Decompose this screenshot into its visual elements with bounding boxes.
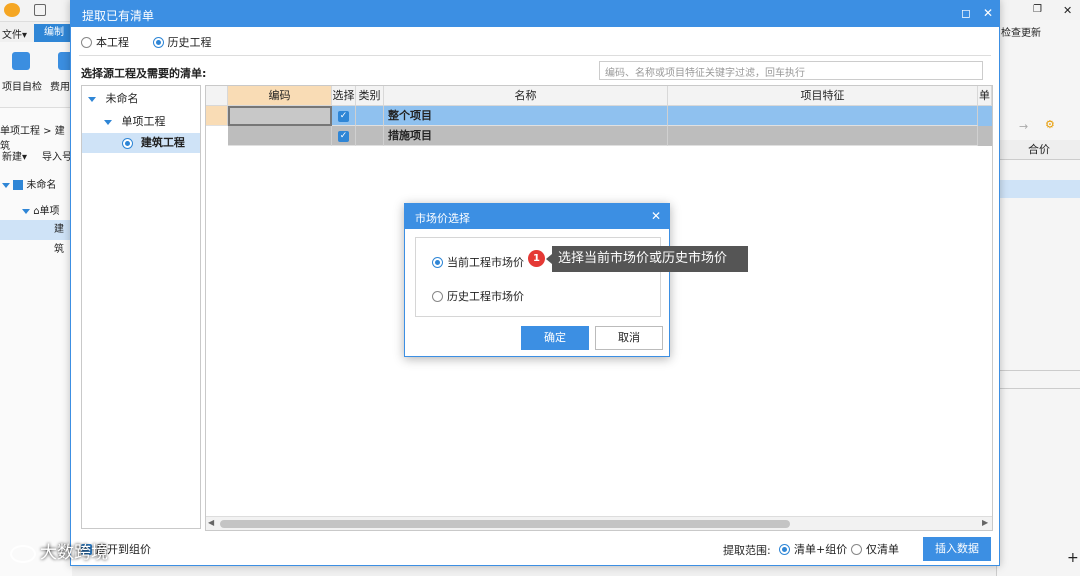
caret-down-icon[interactable]	[104, 119, 112, 125]
panel-divider	[997, 370, 1080, 371]
source-radio-group: 本工程 历史工程	[81, 34, 212, 50]
scrollbar-thumb[interactable]	[220, 520, 790, 528]
category-cell	[356, 126, 384, 146]
option-history-market-price[interactable]: 历史工程市场价	[432, 288, 524, 304]
market-price-modal: 市场价选择 ✕ 当前工程市场价 历史工程市场价 确定 取消	[404, 203, 670, 357]
radio-icon	[432, 290, 443, 302]
name-cell: 整个项目	[384, 106, 668, 126]
instruction-tooltip: 选择当前市场价或历史市场价	[546, 246, 748, 272]
restore-icon[interactable]: ❐	[1033, 4, 1042, 15]
check-update-link[interactable]: 检查更新	[1001, 24, 1041, 39]
radio-icon	[851, 543, 862, 555]
settings-icon[interactable]: ⚙	[1045, 118, 1055, 131]
building-icon	[13, 180, 24, 190]
save-icon[interactable]	[34, 4, 46, 16]
ribbon	[0, 42, 80, 108]
project-check-icon	[12, 52, 30, 70]
insert-data-button[interactable]: 插入数据	[923, 537, 991, 561]
row-marker	[206, 106, 228, 126]
panel-divider-2	[997, 388, 1080, 389]
col-header-category[interactable]: 类别	[356, 86, 384, 106]
watermark-logo-icon	[10, 544, 36, 563]
checkbox-checked-icon[interactable]: ✓	[338, 110, 349, 122]
modal-title: 市场价选择	[415, 212, 470, 225]
menu-edit[interactable]: 编制	[34, 24, 74, 42]
col-header-name[interactable]: 名称	[384, 86, 668, 106]
divider	[79, 55, 991, 56]
dialog-footer: ✓ 展开到组价 提取范围: 清单+组价 仅清单 插入数据	[71, 531, 999, 565]
select-cell[interactable]: ✓	[332, 126, 356, 146]
option-current-market-price[interactable]: 当前工程市场价	[432, 254, 524, 270]
search-input[interactable]: 编码、名称或项目特征关键字过滤，回车执行	[599, 61, 983, 80]
ribbon-project-check[interactable]: 项目自检	[2, 78, 42, 93]
tree-root-item[interactable]: 未命名	[2, 176, 56, 191]
select-cell[interactable]: ✓	[332, 106, 356, 126]
scroll-left-icon[interactable]: ◀	[208, 518, 214, 527]
total-header: 合价	[997, 140, 1080, 160]
radio-history-project[interactable]: 历史工程	[152, 35, 212, 49]
feature-cell	[668, 106, 978, 126]
menu-file[interactable]: 文件▾	[2, 26, 27, 41]
dialog-title: 提取已有清单	[82, 9, 155, 23]
col-header-blank	[206, 86, 228, 106]
tree-item-single[interactable]: 单项工程	[82, 112, 200, 132]
source-tree: 未命名 单项工程 建筑工程	[81, 85, 201, 529]
selected-row[interactable]	[997, 180, 1080, 198]
ribbon-fee[interactable]: 费用	[50, 78, 70, 93]
close-icon[interactable]: ✕	[981, 6, 995, 20]
close-app-icon[interactable]: ✕	[1063, 4, 1072, 17]
radio-checked-icon	[152, 36, 164, 48]
watermark: 大数跨境	[0, 538, 160, 570]
arrow-icon[interactable]: →	[1019, 120, 1028, 133]
range-option-list-and-price[interactable]: 清单+组价	[779, 541, 847, 557]
col-header-unit[interactable]: 单	[978, 86, 992, 106]
ok-button[interactable]: 确定	[521, 326, 589, 350]
code-cell[interactable]	[228, 106, 332, 126]
cancel-button[interactable]: 取消	[595, 326, 663, 350]
tree-build-item[interactable]: 建筑	[0, 220, 72, 255]
range-option-list-only[interactable]: 仅清单	[851, 541, 899, 557]
left-panel: 单项工程 > 建筑 新建▾ 导入号 未命名 ⌂单项 建筑	[0, 108, 72, 576]
horizontal-scrollbar[interactable]: ◀ ▶	[206, 516, 992, 530]
name-cell: 措施项目	[384, 126, 668, 146]
radio-checked-icon	[432, 256, 443, 268]
import-button[interactable]: 导入号	[42, 148, 72, 163]
tree-item-build[interactable]: 建筑工程	[82, 133, 200, 153]
checkbox-checked-icon[interactable]: ✓	[338, 130, 349, 142]
col-header-feature[interactable]: 项目特征	[668, 86, 978, 106]
code-cell[interactable]	[228, 126, 332, 146]
source-label: 选择源工程及需要的清单:	[81, 67, 207, 80]
app-logo-icon	[4, 3, 20, 17]
tree-item-root[interactable]: 未命名	[82, 89, 200, 109]
modal-titlebar: 市场价选择 ✕	[405, 204, 669, 229]
radio-checked-icon	[122, 137, 133, 149]
dialog-titlebar: 提取已有清单 ◻ ✕	[71, 1, 999, 27]
range-label: 提取范围:	[723, 544, 771, 557]
tree-single-item[interactable]: ⌂单项	[22, 202, 60, 217]
scroll-right-icon[interactable]: ▶	[982, 518, 988, 527]
new-button[interactable]: 新建▾	[2, 148, 27, 163]
col-header-select[interactable]: 选择	[332, 86, 356, 106]
right-panel: 检查更新 ❐ ✕ → ⚙ 合价 +	[996, 4, 1080, 576]
col-header-code[interactable]: 编码	[228, 86, 332, 106]
radio-checked-icon	[779, 543, 790, 555]
category-cell	[356, 106, 384, 126]
modal-close-icon[interactable]: ✕	[651, 209, 661, 223]
step-badge: 1	[528, 250, 545, 267]
feature-cell	[668, 126, 978, 146]
radio-icon	[81, 36, 92, 48]
maximize-icon[interactable]: ◻	[959, 6, 973, 20]
radio-current-project[interactable]: 本工程	[81, 35, 129, 49]
zoom-plus-icon[interactable]: +	[1067, 550, 1079, 566]
caret-down-icon[interactable]	[88, 96, 96, 102]
